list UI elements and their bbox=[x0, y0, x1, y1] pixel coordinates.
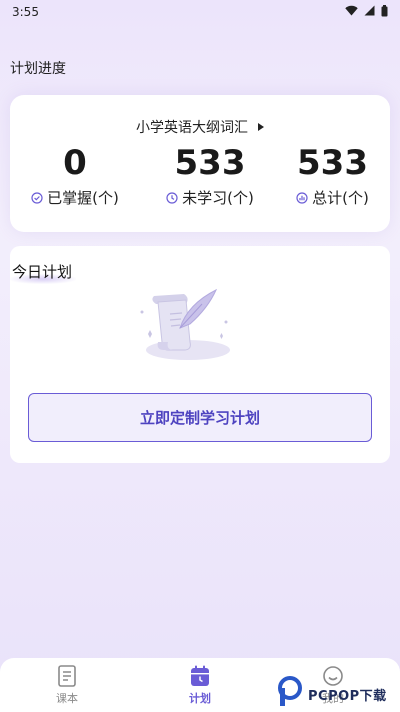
stat-total: 533 总计(个) bbox=[275, 141, 390, 208]
watermark-logo-icon bbox=[276, 676, 304, 712]
progress-card: 小学英语大纲词汇 0 已掌握(个) 533 未学习(个) 533 总计(个) bbox=[10, 95, 390, 232]
book-icon bbox=[56, 664, 78, 688]
check-circle-icon bbox=[31, 191, 43, 204]
caret-right-icon bbox=[258, 123, 264, 131]
status-icons bbox=[345, 4, 388, 20]
wifi-icon bbox=[345, 5, 358, 19]
customize-plan-button[interactable]: 立即定制学习计划 bbox=[28, 393, 372, 442]
nav-item-label: 计划 bbox=[189, 692, 211, 705]
stat-mastered: 0 已掌握(个) bbox=[10, 141, 140, 208]
battery-icon bbox=[381, 4, 388, 20]
watermark: PCPOP下载 bbox=[276, 676, 400, 712]
stat-unlearned: 533 未学习(个) bbox=[145, 141, 275, 208]
scroll-quill-icon bbox=[128, 284, 238, 366]
nav-item-textbook[interactable]: 课本 bbox=[32, 664, 102, 706]
stat-total-label: 总计(个) bbox=[312, 189, 369, 207]
stat-mastered-label-row: 已掌握(个) bbox=[10, 187, 140, 208]
nav-item-label: 课本 bbox=[56, 692, 78, 705]
calendar-icon bbox=[189, 664, 211, 688]
watermark-text: PCPOP下载 bbox=[308, 688, 387, 704]
stat-mastered-value: 0 bbox=[63, 143, 87, 183]
nav-item-plan[interactable]: 计划 bbox=[165, 664, 235, 706]
stat-total-label-row: 总计(个) bbox=[275, 187, 390, 208]
stat-unlearned-label-row: 未学习(个) bbox=[145, 187, 275, 208]
today-plan-title: 今日计划 bbox=[12, 263, 73, 281]
cellular-signal-icon bbox=[364, 5, 375, 19]
stat-mastered-label: 已掌握(个) bbox=[47, 189, 119, 207]
status-time: 3:55 bbox=[12, 5, 39, 19]
book-name: 小学英语大纲词汇 bbox=[136, 120, 248, 136]
status-bar: 3:55 bbox=[0, 0, 400, 24]
today-plan-card: 今日计划 立即定制学习计划 bbox=[10, 246, 390, 463]
bar-chart-icon bbox=[296, 191, 308, 204]
progress-section-title: 计划进度 bbox=[10, 61, 66, 77]
book-selector[interactable]: 小学英语大纲词汇 bbox=[10, 117, 390, 137]
stat-total-value: 533 bbox=[297, 143, 368, 183]
clock-icon bbox=[166, 191, 178, 204]
stat-unlearned-value: 533 bbox=[174, 143, 246, 183]
stat-unlearned-label: 未学习(个) bbox=[182, 189, 254, 207]
